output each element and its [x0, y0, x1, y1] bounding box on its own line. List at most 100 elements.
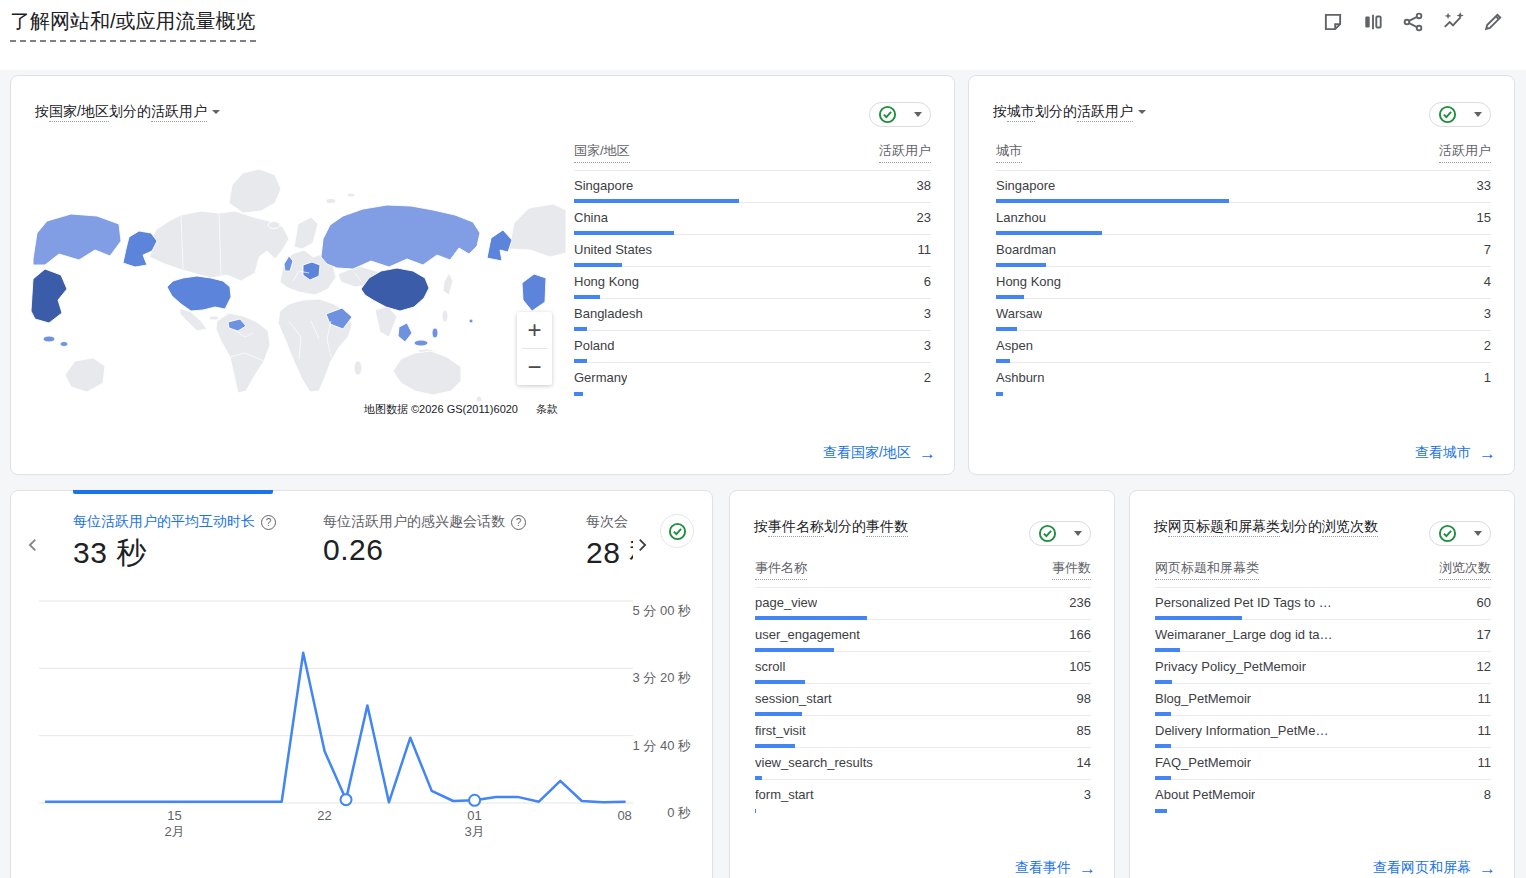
row-label: Boardman — [996, 242, 1056, 257]
metric-value: 0.26 — [323, 533, 526, 567]
arrow-right-icon: → — [1479, 445, 1496, 462]
row-value: 98 — [1077, 691, 1091, 706]
events-data-quality-button[interactable] — [1029, 521, 1091, 546]
comparison-button[interactable] — [1359, 8, 1386, 35]
carousel-next-button[interactable] — [633, 536, 651, 557]
table-row: Hong Kong4 — [996, 267, 1491, 299]
insights-button[interactable] — [1439, 8, 1466, 35]
cities-card-title[interactable]: 按城市划分的活跃用户 — [993, 103, 1146, 121]
table-row: United States11 — [574, 235, 931, 267]
view-pages-link[interactable]: 查看网页和屏幕→ — [1373, 859, 1496, 877]
column-header-dimension[interactable]: 事件名称 — [755, 559, 807, 580]
carousel-prev-button[interactable] — [24, 536, 42, 557]
row-value: 11 — [1478, 723, 1492, 738]
chevron-left-icon — [24, 536, 42, 554]
row-value: 166 — [1069, 627, 1091, 642]
view-countries-link[interactable]: 查看国家/地区→ — [823, 444, 936, 462]
map-zoom-in-button[interactable]: + — [517, 312, 552, 348]
column-header-metric[interactable]: 活跃用户 — [1439, 142, 1491, 163]
comparison-icon — [1362, 11, 1384, 33]
metric-tab-engaged-sessions-per-user[interactable]: 每位活跃用户的感兴趣会话数? 0.26 — [323, 513, 526, 567]
svg-text:1 分 40 秒: 1 分 40 秒 — [632, 738, 691, 753]
countries-table: 国家/地区 活跃用户 Singapore38China23United Stat… — [574, 133, 931, 395]
countries-card-title[interactable]: 按国家/地区划分的活跃用户 — [35, 103, 220, 121]
map-attribution-bar: 地图数据 ©2026 GS(2011)6020 条款 — [361, 401, 561, 418]
view-events-link[interactable]: 查看事件→ — [1015, 859, 1096, 877]
help-icon[interactable]: ? — [261, 515, 276, 530]
insights-icon — [1442, 11, 1464, 33]
svg-text:3月: 3月 — [464, 824, 484, 839]
help-icon[interactable]: ? — [511, 515, 526, 530]
svg-text:08: 08 — [617, 808, 631, 823]
row-label: form_start — [755, 787, 814, 802]
column-header-dimension[interactable]: 城市 — [996, 142, 1022, 163]
row-value: 33 — [1477, 178, 1491, 193]
row-label: Weimaraner_Large dog id ta… — [1155, 627, 1333, 642]
row-label: Lanzhou — [996, 210, 1046, 225]
check-circle-icon — [1038, 524, 1057, 543]
row-value: 1 — [1484, 370, 1491, 385]
table-row: Singapore 38 — [574, 171, 931, 203]
pages-card-title[interactable]: 按网页标题和屏幕类划分的浏览次数 — [1154, 518, 1378, 536]
row-label: Blog_PetMemoir — [1155, 691, 1251, 706]
note-icon — [1322, 11, 1344, 33]
row-label: Hong Kong — [574, 274, 639, 289]
row-label: Singapore — [996, 178, 1055, 193]
pages-table: 网页标题和屏幕类 浏览次数 Personalized Pet ID Tags t… — [1155, 551, 1491, 812]
table-row: Warsaw3 — [996, 299, 1491, 331]
edit-button[interactable] — [1479, 8, 1506, 35]
table-row: Personalized Pet ID Tags to …60 — [1155, 588, 1491, 620]
svg-text:2月: 2月 — [164, 824, 184, 839]
note-button[interactable] — [1319, 8, 1346, 35]
row-label: Warsaw — [996, 306, 1042, 321]
edit-icon — [1482, 11, 1504, 33]
metric-tab-avg-engagement-time[interactable]: 每位活跃用户的平均互动时长? 33 秒 — [73, 513, 276, 574]
pages-data-quality-button[interactable] — [1429, 521, 1491, 546]
row-value: 12 — [1477, 659, 1491, 674]
column-header-metric[interactable]: 事件数 — [1052, 559, 1091, 580]
column-header-metric[interactable]: 活跃用户 — [879, 142, 931, 163]
row-label: Personalized Pet ID Tags to … — [1155, 595, 1332, 610]
page-header: 了解网站和/或应用流量概览 — [0, 0, 1526, 70]
chevron-down-icon — [1074, 531, 1082, 536]
events-card-title[interactable]: 按事件名称划分的事件数 — [754, 518, 908, 536]
table-row: form_start3 — [755, 780, 1091, 812]
row-label: scroll — [755, 659, 785, 674]
row-value: 105 — [1069, 659, 1091, 674]
row-value: 236 — [1069, 595, 1091, 610]
share-icon — [1402, 11, 1424, 33]
chevron-down-icon — [914, 112, 922, 117]
countries-data-quality-button[interactable] — [869, 102, 931, 127]
table-row: view_search_results14 — [755, 748, 1091, 780]
svg-text:15: 15 — [167, 808, 181, 823]
column-header-metric[interactable]: 浏览次数 — [1439, 559, 1491, 580]
row-label: view_search_results — [755, 755, 873, 770]
table-row: Ashburn1 — [996, 363, 1491, 395]
row-bar — [755, 809, 756, 813]
column-header-dimension[interactable]: 网页标题和屏幕类 — [1155, 559, 1259, 580]
view-cities-link[interactable]: 查看城市→ — [1415, 444, 1496, 462]
row-value: 8 — [1484, 787, 1491, 802]
active-tab-indicator — [73, 490, 273, 494]
column-header-dimension[interactable]: 国家/地区 — [574, 142, 630, 163]
engagement-line-chart: 5 分 00 秒3 分 20 秒1 分 40 秒0 秒152月22013月08 — [11, 591, 712, 878]
engagement-data-quality-button[interactable] — [660, 514, 694, 548]
map-attribution: 地图数据 ©2026 GS(2011)6020 — [361, 401, 521, 418]
metric-value: 28 秒 — [586, 533, 633, 574]
world-map[interactable]: + − 地图数据 ©2026 GS(2011)6020 条款 — [31, 161, 566, 416]
map-zoom-out-button[interactable]: − — [517, 349, 552, 385]
row-label: Singapore — [574, 178, 633, 193]
map-terms-link[interactable]: 条款 — [533, 401, 561, 418]
page-title[interactable]: 了解网站和/或应用流量概览 — [10, 8, 256, 42]
arrow-right-icon: → — [1479, 860, 1496, 877]
metric-tab-truncated[interactable]: 每次会 28 秒 — [586, 513, 633, 574]
chevron-down-icon — [1138, 110, 1146, 114]
row-value: 3 — [924, 306, 931, 321]
row-value: 85 — [1077, 723, 1091, 738]
share-button[interactable] — [1399, 8, 1426, 35]
row-value: 38 — [917, 178, 931, 193]
table-row: Delivery Information_PetMe…11 — [1155, 716, 1491, 748]
table-row: FAQ_PetMemoir11 — [1155, 748, 1491, 780]
cities-data-quality-button[interactable] — [1429, 102, 1491, 127]
row-value: 23 — [917, 210, 931, 225]
